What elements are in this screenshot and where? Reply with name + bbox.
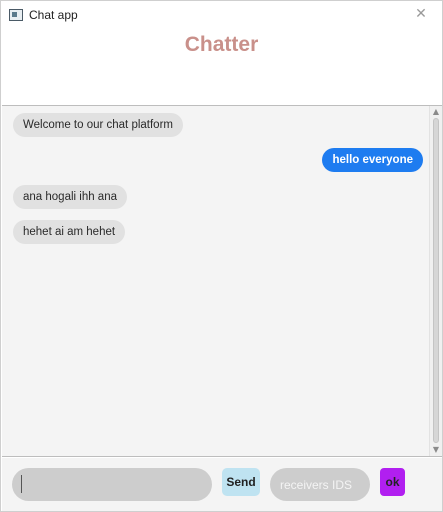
ok-button[interactable]: ok [380,468,405,496]
close-icon[interactable]: ✕ [414,7,428,21]
vertical-scrollbar[interactable]: ▲ ▼ [429,106,442,456]
title-bar: Chat app ✕ [1,1,442,29]
scroll-down-icon[interactable]: ▼ [432,446,440,454]
message-list: Welcome to our chat platform hello every… [2,106,427,456]
app-header-title: Chatter [184,33,259,56]
incoming-message: Welcome to our chat platform [13,113,183,137]
send-button[interactable]: Send [222,468,260,496]
incoming-message: hehet ai am hehet [13,220,126,244]
receivers-ids-input[interactable] [270,468,370,501]
chat-window: Chat app ✕ Chatter Welcome to our chat p… [0,0,443,512]
message-input[interactable] [12,468,212,501]
chat-messages-panel[interactable]: Welcome to our chat platform hello every… [2,105,442,457]
window-title: Chat app [29,8,78,22]
text-caret [21,475,22,493]
incoming-message: ana hogali ihh ana [13,185,127,209]
scroll-up-icon[interactable]: ▲ [432,108,440,116]
app-window-icon [9,9,23,21]
composer-bar: Send ok [2,458,442,511]
scroll-thumb[interactable] [433,118,439,443]
outgoing-message: hello everyone [322,148,423,172]
